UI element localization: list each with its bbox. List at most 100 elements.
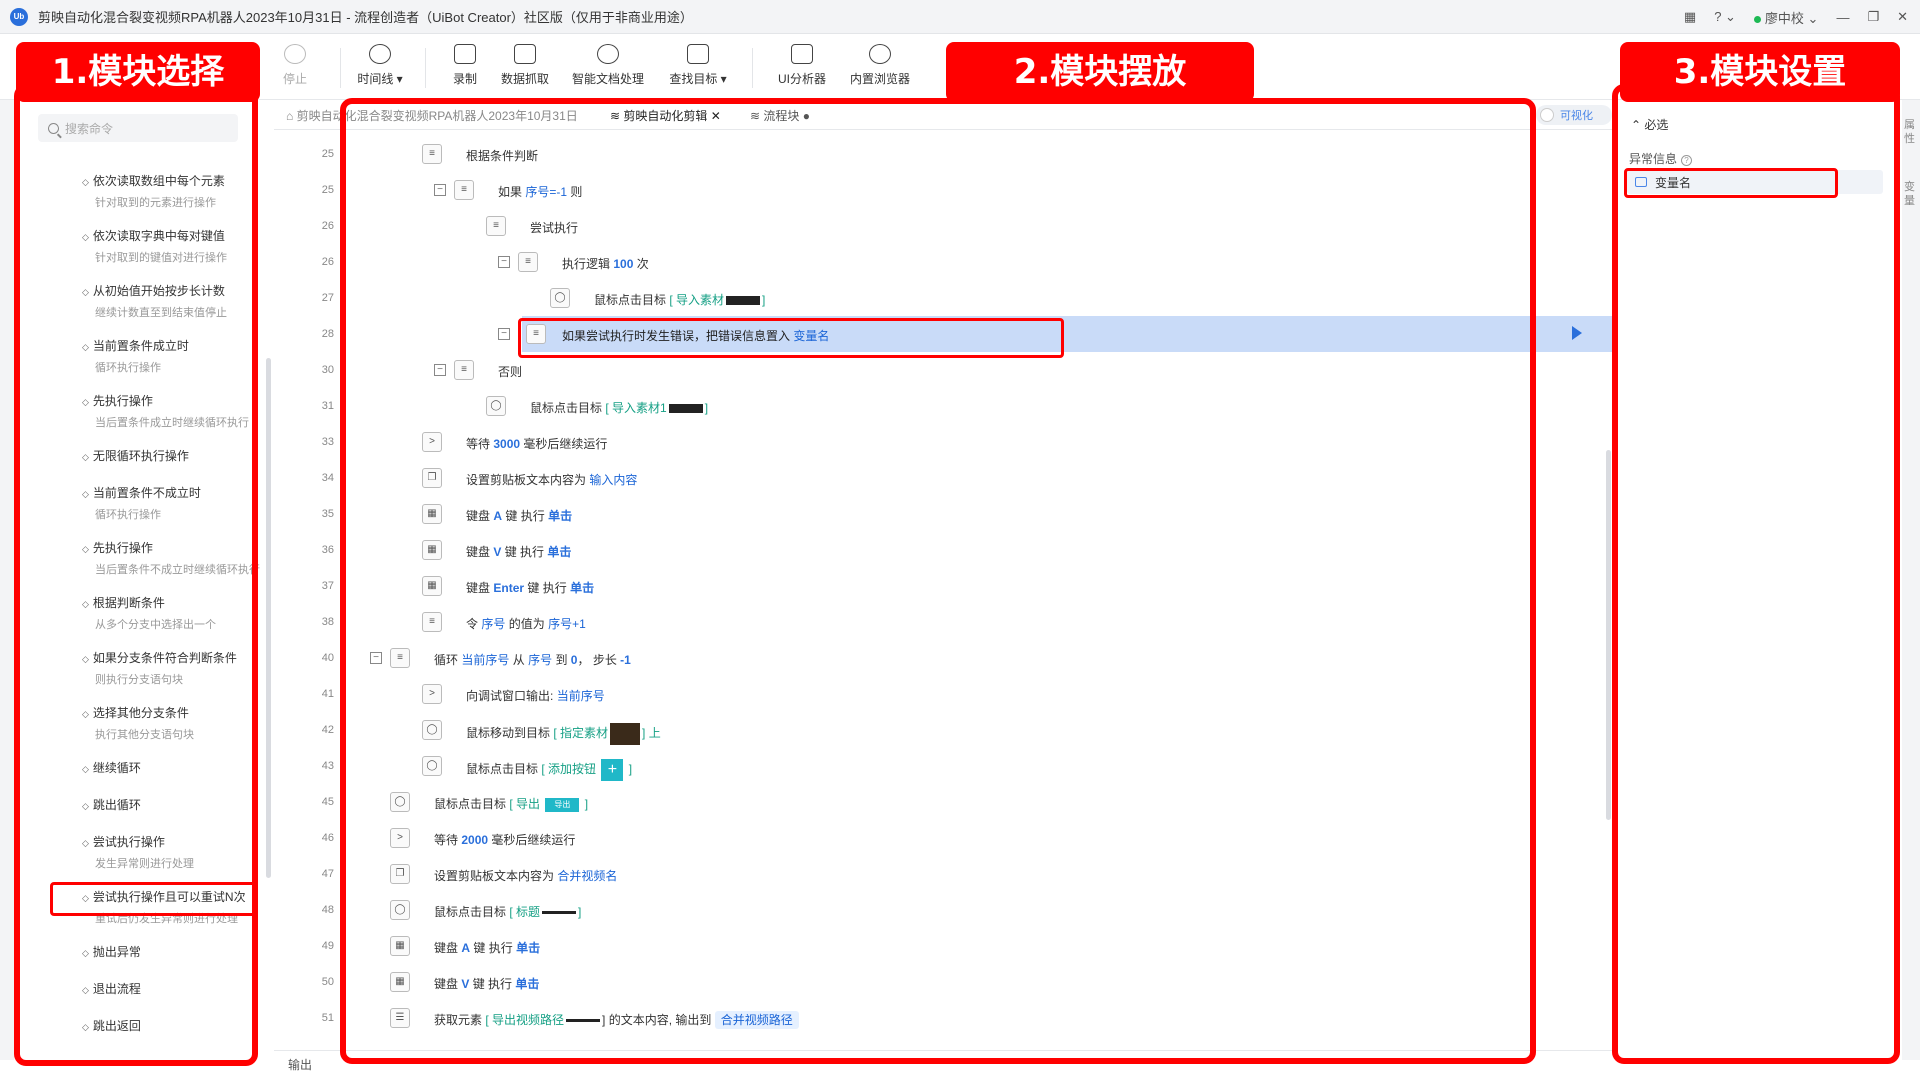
tab-label: 剪映自动化混合裂变视频RPA机器人2023年10月31日	[296, 109, 578, 123]
flow-row[interactable]: 43 ◯ 鼠标点击目标 [ 添加按钮 + ]	[274, 748, 1614, 784]
line-number: 43	[321, 760, 334, 772]
find-target-icon	[687, 44, 709, 64]
browser-icon	[869, 44, 891, 64]
command-item[interactable]: 从初始值开始按步长计数继续计数直至到结束值停止	[82, 282, 282, 320]
command-item-retry[interactable]: 尝试执行操作且可以重试N次重试后仍发生异常则进行处理	[82, 888, 282, 926]
keyboard-icon: ▦	[422, 576, 442, 596]
flow-row[interactable]: 50 ▦ 键盘 V 键 执行 单击	[274, 964, 1614, 1000]
flow-row[interactable]: 41 > 向调试窗口输出: 当前序号	[274, 676, 1614, 712]
command-item[interactable]: 继续循环	[82, 759, 282, 776]
collapse-icon[interactable]: −	[434, 364, 446, 376]
flow-row[interactable]: 49 ▦ 键盘 A 键 执行 单击	[274, 928, 1614, 964]
builtin-browser-button[interactable]: 内置浏览器	[840, 40, 920, 87]
flow-row[interactable]: 25 − ≡ 如果 序号=-1 则	[274, 172, 1614, 208]
command-item[interactable]: 无限循环执行操作	[82, 447, 282, 464]
command-item[interactable]: 抛出异常	[82, 943, 282, 960]
collapse-icon[interactable]: −	[498, 256, 510, 268]
command-item[interactable]: 依次读取字典中每对键值针对取到的键值对进行操作	[82, 227, 282, 265]
command-title: 当前置条件成立时	[82, 337, 282, 354]
line-number: 42	[321, 724, 334, 736]
minimize-button[interactable]: —	[1836, 10, 1849, 25]
help-icon[interactable]: ? ⌄	[1714, 9, 1736, 25]
tab-main-flow[interactable]: ⌂ 剪映自动化混合裂变视频RPA机器人2023年10月31日	[286, 107, 578, 124]
command-item[interactable]: 跳出循环	[82, 796, 282, 813]
visual-toggle[interactable]: 可视化	[1536, 105, 1612, 125]
side-tab-variables[interactable]: 变量	[1904, 180, 1918, 208]
command-item[interactable]: 选择其他分支条件执行其他分支语句块	[82, 704, 282, 742]
collapse-icon[interactable]: −	[498, 328, 510, 340]
line-number: 25	[321, 148, 334, 160]
data-capture-button[interactable]: 数据抓取	[485, 40, 565, 87]
collapse-icon[interactable]: −	[370, 652, 382, 664]
line-number: 46	[321, 832, 334, 844]
command-item[interactable]: 先执行操作当后置条件成立时继续循环执行	[82, 392, 282, 430]
command-item[interactable]: 尝试执行操作发生异常则进行处理	[82, 833, 282, 871]
find-target-button[interactable]: 查找目标 ▾	[658, 40, 738, 87]
tab-active-block[interactable]: ≋ 剪映自动化剪辑 ✕	[610, 107, 721, 124]
command-item[interactable]: 根据判断条件从多个分支中选择出一个	[82, 594, 282, 632]
line-number: 51	[321, 1012, 334, 1024]
tab-flow-block[interactable]: ≋ 流程块 ●	[750, 107, 810, 124]
collapse-icon[interactable]: −	[434, 184, 446, 196]
condition-icon: ≡	[422, 144, 442, 164]
flow-row[interactable]: 38 ≡ 令 序号 的值为 序号+1	[274, 604, 1614, 640]
flow-row[interactable]: 45 ◯ 鼠标点击目标 [ 导出 导出 ]	[274, 784, 1614, 820]
command-title: 退出流程	[82, 980, 282, 997]
command-title: 先执行操作	[82, 539, 282, 556]
flow-row[interactable]: 48 ◯ 鼠标点击目标 [ 标题]	[274, 892, 1614, 928]
close-button[interactable]: ✕	[1897, 9, 1908, 25]
help-icon[interactable]: ?	[1681, 155, 1693, 166]
command-item[interactable]: 当前置条件不成立时循环执行操作	[82, 484, 282, 522]
smart-doc-button[interactable]: 智能文档处理	[568, 40, 648, 87]
ui-analyzer-button[interactable]: UI分析器	[762, 40, 842, 87]
flow-row[interactable]: 26 ≡ 尝试执行	[274, 208, 1614, 244]
flow-row[interactable]: 37 ▦ 键盘 Enter 键 执行 单击	[274, 568, 1614, 604]
run-from-here-icon[interactable]	[1572, 326, 1582, 340]
left-side-tabstrip[interactable]	[0, 100, 14, 1060]
row-text: 如果尝试执行时发生错误，把错误信息置入 变量名	[562, 329, 830, 343]
flow-row[interactable]: 46 > 等待 2000 毫秒后继续运行	[274, 820, 1614, 856]
flow-row[interactable]: 25 ≡ 根据条件判断	[274, 136, 1614, 172]
mouse-icon: ◯	[422, 756, 442, 776]
command-item[interactable]: 依次读取数组中每个元素针对取到的元素进行操作	[82, 172, 282, 210]
left-scrollbar[interactable]	[266, 358, 271, 878]
user-menu[interactable]: 廖中校 ⌄	[1753, 8, 1818, 27]
restore-button[interactable]: ❐	[1867, 9, 1879, 25]
output-panel-bar[interactable]: 输出	[274, 1050, 1614, 1080]
flow-row[interactable]: 26 − ≡ 执行逻辑 100 次	[274, 244, 1614, 280]
flow-row[interactable]: 34 ❐ 设置剪贴板文本内容为 输入内容	[274, 460, 1614, 496]
command-item[interactable]: 跳出返回	[82, 1017, 282, 1034]
side-tab-properties[interactable]: 属性	[1904, 118, 1918, 146]
flow-row[interactable]: 33 > 等待 3000 毫秒后继续运行	[274, 424, 1614, 460]
stop-button[interactable]: 停止	[255, 40, 335, 87]
flow-row[interactable]: 51 ☰ 获取元素 [ 导出视频路径] 的文本内容, 输出到 合并视频路径	[274, 1000, 1614, 1036]
mouse-icon: ◯	[390, 792, 410, 812]
command-item[interactable]: 如果分支条件符合判断条件则执行分支语句块	[82, 649, 282, 687]
flow-row[interactable]: 30 − ≡ 否则	[274, 352, 1614, 388]
row-text: 根据条件判断	[466, 149, 539, 163]
row-text: 尝试执行	[530, 221, 579, 235]
flow-row[interactable]: 31 ◯ 鼠标点击目标 [ 导入素材1]	[274, 388, 1614, 424]
row-text: 键盘 A 键 执行 单击	[434, 941, 541, 955]
flow-row[interactable]: 27 ◯ 鼠标点击目标 [ 导入素材]	[274, 280, 1614, 316]
row-text: 循环 当前序号 从 序号 到 0， 步长 -1	[434, 653, 631, 667]
row-text: 等待 3000 毫秒后继续运行	[466, 437, 608, 451]
command-title: 尝试执行操作	[82, 833, 282, 850]
apps-grid-icon[interactable]: ▦	[1684, 9, 1696, 25]
command-item[interactable]: 退出流程	[82, 980, 282, 997]
output-variable[interactable]: 合并视频路径	[714, 1011, 799, 1029]
flow-row[interactable]: 42 ◯ 鼠标移动到目标 [ 指定素材] 上	[274, 712, 1614, 748]
flow-row[interactable]: 47 ❐ 设置剪贴板文本内容为 合并视频名	[274, 856, 1614, 892]
exception-variable-input[interactable]: 变量名	[1627, 170, 1883, 194]
editor-scrollbar[interactable]	[1606, 450, 1611, 820]
flow-row[interactable]: 36 ▦ 键盘 V 键 执行 单击	[274, 532, 1614, 568]
row-text: 执行逻辑 100 次	[562, 257, 649, 271]
command-item[interactable]: 当前置条件成立时循环执行操作	[82, 337, 282, 375]
flow-row[interactable]: 40 − ≡ 循环 当前序号 从 序号 到 0， 步长 -1	[274, 640, 1614, 676]
command-item[interactable]: 先执行操作当后置条件不成立时继续循环执行	[82, 539, 282, 577]
timeline-button[interactable]: 时间线 ▾	[340, 40, 420, 87]
required-section[interactable]: ⌃ 必选	[1631, 116, 1668, 133]
flow-row[interactable]: 35 ▦ 键盘 A 键 执行 单击	[274, 496, 1614, 532]
flow-row-selected[interactable]: − ≡ 如果尝试执行时发生错误，把错误信息置入 变量名	[498, 316, 1614, 352]
search-input[interactable]: 搜索命令	[38, 114, 238, 142]
